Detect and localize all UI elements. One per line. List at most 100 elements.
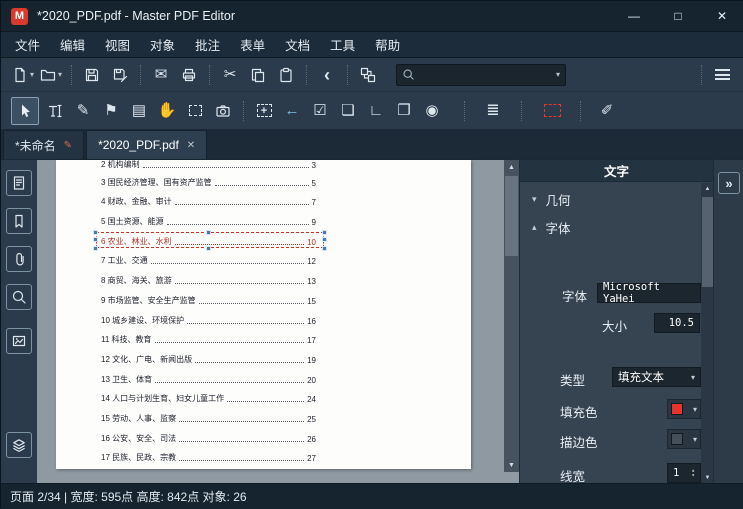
radio-field-button[interactable]: ◉ [420,98,444,124]
sidebar-attachments-button[interactable] [6,246,32,272]
panel-vertical-scrollbar[interactable]: ▲ ▼ [701,183,713,483]
selection-handle[interactable] [93,246,98,251]
toc-line[interactable]: 2 机构编制3 [101,160,316,172]
crop-tool-button[interactable] [183,98,207,124]
tab-2020-pdf[interactable]: *2020_PDF.pdf ✕ [86,130,207,159]
text-tool-button[interactable] [43,98,67,124]
collapse-panel-button[interactable]: » [718,172,740,194]
toc-line[interactable]: 9 市场监管、安全生产监管15 [101,290,316,310]
chevron-down-icon[interactable]: ▾ [58,70,62,79]
search-input[interactable] [419,68,550,82]
sidebar-bookmarks-button[interactable] [6,208,32,234]
save-as-button[interactable] [108,62,132,88]
new-document-button[interactable]: ▾ [11,62,35,88]
toc-line[interactable]: 5 国土资源、能源9 [101,211,316,231]
pdf-page[interactable]: 2 机构编制3 3 国民经济管理、国有资产监管5 4 财政、金融、审计7 5 国… [56,160,471,469]
sidebar-layers-button[interactable] [6,432,32,458]
copy-button[interactable] [246,62,270,88]
menu-file[interactable]: 文件 [5,32,50,58]
document-viewport[interactable]: 2 机构编制3 3 国民经济管理、国有资产监管5 4 财政、金融、审计7 5 国… [37,159,519,483]
scrollbar-thumb[interactable] [505,176,518,256]
toc-line[interactable]: 14 人口与计划生育、妇女儿童工作24 [101,389,316,409]
chevron-down-icon[interactable]: ▾ [30,70,34,79]
scroll-up-icon[interactable]: ▲ [504,160,519,174]
scroll-down-icon[interactable]: ▼ [504,458,519,472]
toolbar-menu-button[interactable] [710,62,734,88]
section-font[interactable]: ▴ 字体 [532,218,571,237]
stamp-tool-button[interactable]: ❏ [336,98,360,124]
selection-handle[interactable] [322,237,327,242]
checkbox-field-button[interactable]: ☑ [308,98,332,124]
menu-tools[interactable]: 工具 [320,32,365,58]
line-width-stepper[interactable]: 1 ▴ ▾ [667,463,701,483]
sidebar-search-button[interactable] [6,284,32,310]
eraser-tool-button[interactable]: ✐ [595,98,619,124]
toc-line[interactable]: 8 商贸、海关、旅游13 [101,270,316,290]
toc-line[interactable]: 12 文化、广电、新闻出版19 [101,349,316,369]
stroke-color-picker[interactable]: ▾ [667,429,701,449]
insert-back-arrow-button[interactable]: ← [280,98,304,124]
selected-text-object[interactable]: 6 农业、林业、水利10 [101,231,316,251]
stepper-arrows[interactable]: ▴ ▾ [691,468,695,478]
menu-comment[interactable]: 批注 [185,32,230,58]
form-fields-button[interactable]: ▤ [127,98,151,124]
toc-line[interactable]: 10 城乡建设、环境保护16 [101,310,316,330]
scroll-down-icon[interactable]: ▼ [701,472,713,483]
toc-line[interactable]: 15 劳动、人事、监察25 [101,408,316,428]
align-tool-button[interactable]: ≣ [481,98,505,124]
tab-close-icon[interactable]: ✕ [187,140,195,151]
print-button[interactable] [177,62,201,88]
edit-tool-button[interactable]: ✎ [71,98,95,124]
paste-button[interactable] [274,62,298,88]
selection-handle[interactable] [322,230,327,235]
spin-down-icon[interactable]: ▾ [691,473,695,478]
snapshot-button[interactable] [211,98,235,124]
section-geometry[interactable]: ▾ 几何 [532,190,571,209]
font-family-field[interactable]: Microsoft YaHei [597,283,701,303]
cut-button[interactable]: ✂ [218,62,242,88]
selection-handle[interactable] [206,230,211,235]
text-type-dropdown[interactable]: 填充文本 ▾ [612,367,701,387]
document-vertical-scrollbar[interactable]: ▲ ▼ [504,160,519,472]
save-button[interactable] [80,62,104,88]
menu-view[interactable]: 视图 [95,32,140,58]
panels-layout-button[interactable] [356,62,380,88]
search-dropdown-arrow-icon[interactable]: ▾ [556,70,560,79]
toc-line[interactable]: 3 国民经济管理、国有资产监管5 [101,172,316,192]
email-button[interactable]: ✉ [149,62,173,88]
selection-handle[interactable] [206,246,211,251]
toc-line[interactable]: 7 工业、交通12 [101,251,316,271]
close-button[interactable]: ✕ [700,1,743,31]
open-file-button[interactable]: ▾ [39,62,63,88]
menu-edit[interactable]: 编辑 [50,32,95,58]
hand-tool-button[interactable]: ✋ [155,98,179,124]
measure-tool-button[interactable]: ∟ [364,98,388,124]
selection-handle[interactable] [322,246,327,251]
selection-handle[interactable] [93,230,98,235]
scroll-up-icon[interactable]: ▲ [701,183,713,195]
font-size-field[interactable]: 10.5 [654,313,700,333]
toc-line[interactable]: 11 科技、教育17 [101,330,316,350]
toc-line[interactable]: 4 财政、金融、审计7 [101,192,316,212]
pages-tool-button[interactable]: ❐ [392,98,416,124]
sidebar-properties-button[interactable] [6,328,32,354]
menu-object[interactable]: 对象 [140,32,185,58]
select-tool-button[interactable] [11,97,39,125]
menu-form[interactable]: 表单 [230,32,275,58]
toc-line[interactable]: 17 民族、民政、宗教27 [101,448,316,468]
scrollbar-thumb[interactable] [702,197,713,287]
selection-handle[interactable] [93,237,98,242]
tab-untitled[interactable]: *未命名 ✎ [3,130,84,159]
back-navigation-button[interactable]: ‹ [315,62,339,88]
sidebar-page-thumbnails-button[interactable] [6,170,32,196]
minimize-button[interactable]: — [612,1,656,31]
redact-selection-button[interactable] [540,98,564,124]
flag-tool-button[interactable]: ⚑ [99,98,123,124]
maximize-button[interactable]: □ [656,1,700,31]
toc-line[interactable]: 16 公安、安全、司法26 [101,428,316,448]
fill-color-picker[interactable]: ▾ [667,399,701,419]
menu-help[interactable]: 帮助 [365,32,410,58]
menu-document[interactable]: 文档 [275,32,320,58]
add-widget-button[interactable]: + [252,98,276,124]
toc-line[interactable]: 13 卫生、体育20 [101,369,316,389]
